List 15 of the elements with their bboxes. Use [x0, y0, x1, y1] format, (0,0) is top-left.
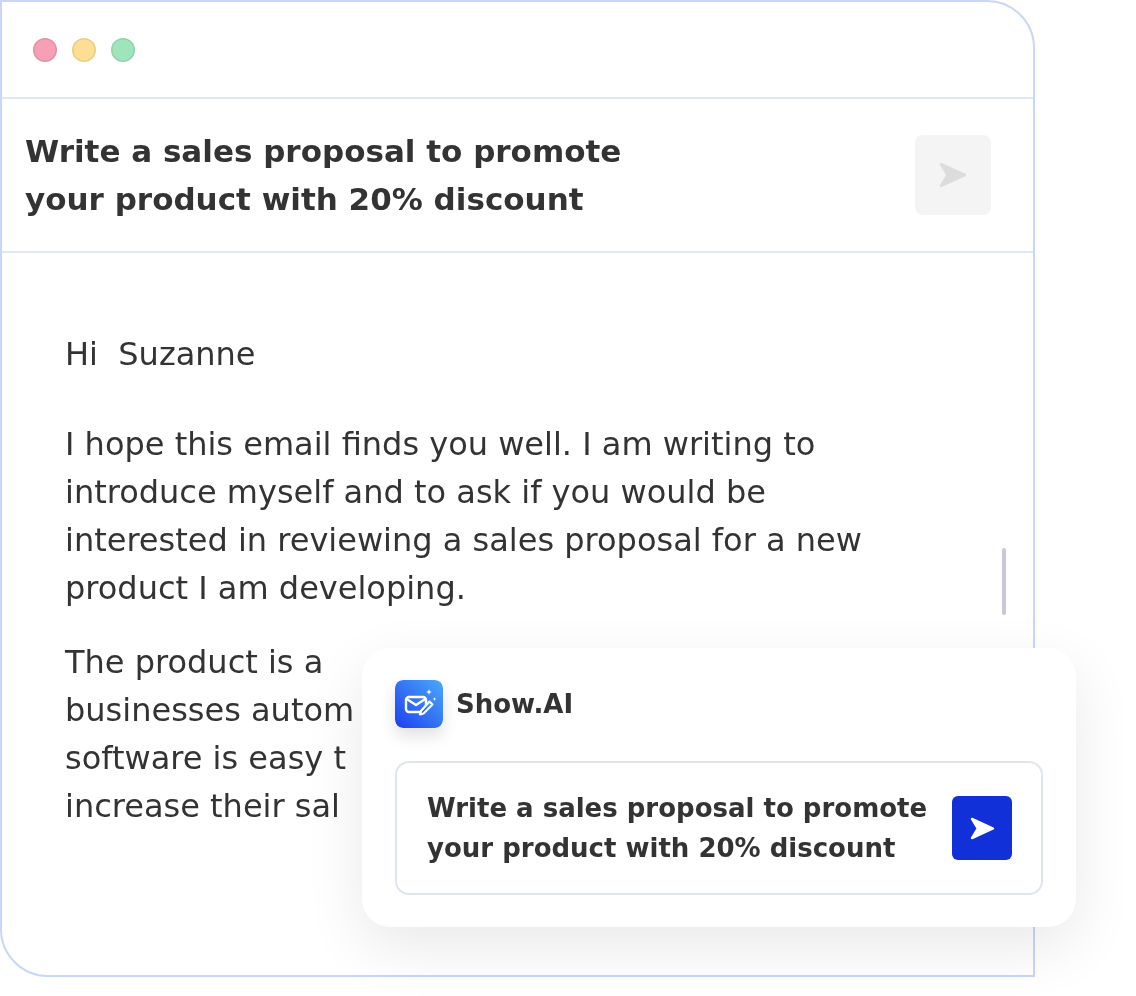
prompt-title: Write a sales proposal to promote your product with 20% discount: [25, 132, 623, 219]
email-greeting: Hi Suzanne: [65, 334, 257, 375]
window-control-icon[interactable]: [111, 37, 135, 62]
send-icon: [939, 162, 967, 188]
scrollbar-thumb[interactable]: [1002, 548, 1006, 615]
window-control-icon[interactable]: [33, 37, 57, 62]
window-control-icon[interactable]: [72, 37, 96, 62]
mail-pencil-icon: [395, 680, 443, 728]
email-paragraph: The product is a businesses autom software is easy t increase their sal: [65, 642, 355, 827]
prompt-field[interactable]: Write a sales proposal to promote your product with 20% discount: [395, 761, 1043, 895]
send-icon: [969, 816, 995, 840]
email-paragraph: I hope this email finds you well. I am writing to introduce myself and to ask if you would be interested in reviewing a sales proposal for a new product I am developing.: [65, 424, 863, 609]
assistant-name: Show.AI: [456, 688, 574, 721]
send-button[interactable]: [952, 796, 1012, 860]
prompt-text: Write a sales proposal to promote your product with 20% discount: [427, 792, 929, 865]
